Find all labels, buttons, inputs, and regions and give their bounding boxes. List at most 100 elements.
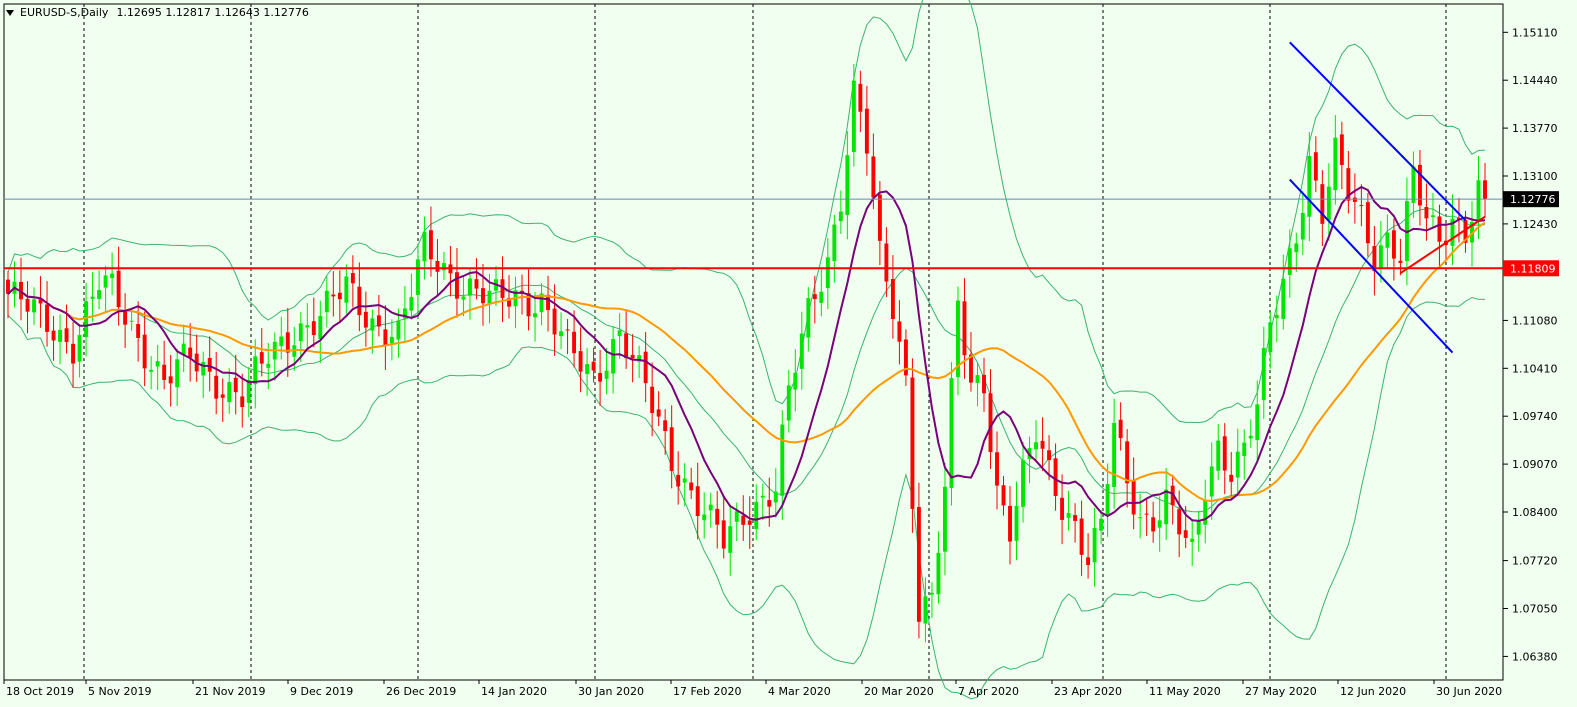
candle-body-53 — [350, 273, 355, 284]
x-tick-label-7: 17 Feb 2020 — [673, 685, 741, 698]
candle-body-153 — [1001, 485, 1006, 506]
candle-body-50 — [331, 294, 336, 297]
candle-body-213 — [1391, 230, 1396, 259]
dropdown-triangle-icon[interactable] — [6, 9, 14, 16]
candle-body-69 — [455, 272, 459, 299]
x-tick-label-3: 9 Dec 2019 — [290, 685, 353, 698]
candle-body-10 — [71, 343, 76, 364]
candle-body-73 — [481, 288, 485, 304]
candle-body-30 — [201, 362, 206, 376]
candle-body-6 — [45, 304, 49, 332]
candle-body-144 — [942, 486, 947, 552]
candle-body-98 — [643, 351, 648, 384]
candle-body-194 — [1268, 322, 1273, 353]
candle-body-196 — [1281, 278, 1286, 319]
x-tick-label-15: 30 Jun 2020 — [1436, 685, 1502, 698]
candle-body-198 — [1294, 243, 1299, 253]
candle-body-190 — [1242, 442, 1247, 456]
x-tick-label-8: 4 Mar 2020 — [768, 685, 831, 698]
candle-body-142 — [929, 592, 934, 595]
candle-body-173 — [1131, 479, 1136, 515]
candle-body-9 — [64, 328, 69, 343]
candle-body-105 — [689, 482, 694, 491]
candle-body-43 — [285, 332, 290, 353]
candle-body-193 — [1261, 347, 1266, 401]
candle-body-120 — [786, 385, 791, 421]
candle-body-117 — [767, 500, 772, 507]
candle-body-108 — [708, 504, 713, 511]
candle-body-92 — [604, 370, 609, 379]
x-tick-label-4: 26 Dec 2019 — [386, 685, 456, 698]
y-tick-label-8: 1.09740 — [1512, 410, 1558, 423]
candle-body-104 — [682, 478, 687, 483]
candle-body-154 — [1008, 505, 1012, 542]
candle-body-100 — [656, 409, 661, 417]
candle-body-63 — [415, 259, 420, 295]
candle-body-132 — [864, 108, 869, 154]
y-tick-label-7: 1.10410 — [1512, 362, 1558, 375]
candle-body-168 — [1099, 518, 1104, 531]
candle-body-23 — [155, 361, 160, 367]
candle-body-14 — [97, 290, 102, 299]
candle-body-107 — [702, 514, 707, 521]
candle-body-122 — [799, 333, 804, 369]
candle-body-17 — [116, 270, 121, 308]
y-tick-label-10: 1.08400 — [1512, 506, 1558, 519]
candle-body-170 — [1112, 422, 1117, 488]
candle-body-188 — [1229, 474, 1234, 482]
candle-body-48 — [318, 316, 323, 339]
candle-body-62 — [409, 297, 414, 311]
candle-body-38 — [253, 356, 258, 385]
chart-window[interactable]: 1.151101.144401.137701.131001.124301.117… — [0, 0, 1577, 707]
y-tick-label-6: 1.11080 — [1512, 314, 1558, 327]
x-tick-label-9: 20 Mar 2020 — [864, 685, 934, 698]
candle-body-212 — [1385, 232, 1390, 248]
candle-body-187 — [1222, 436, 1227, 471]
candle-body-116 — [760, 495, 765, 498]
candle-body-31 — [207, 357, 212, 372]
candle-body-166 — [1086, 557, 1091, 565]
candle-body-197 — [1287, 248, 1292, 275]
candle-body-42 — [279, 336, 284, 347]
candle-body-8 — [58, 329, 63, 342]
candle-body-22 — [149, 369, 154, 372]
candle-body-186 — [1216, 440, 1221, 471]
candle-body-88 — [578, 351, 583, 372]
candle-body-211 — [1378, 245, 1383, 269]
candle-body-101 — [663, 420, 668, 432]
candle-body-16 — [110, 273, 115, 279]
candle-body-25 — [168, 376, 173, 384]
candle-body-216 — [1411, 166, 1416, 203]
x-tick-label-10: 7 Apr 2020 — [958, 685, 1019, 698]
candle-body-214 — [1398, 260, 1403, 264]
candle-body-185 — [1209, 466, 1214, 497]
candle-body-180 — [1177, 509, 1182, 535]
candle-body-86 — [565, 329, 570, 331]
candle-body-56 — [370, 318, 375, 331]
candle-body-200 — [1307, 155, 1312, 217]
x-tick-label-0: 18 Oct 2019 — [6, 685, 74, 698]
candle-body-137 — [897, 321, 902, 342]
candle-body-18 — [123, 310, 128, 325]
candle-body-220 — [1437, 216, 1442, 242]
candle-body-175 — [1144, 513, 1149, 515]
candle-body-163 — [1066, 512, 1071, 518]
candle-body-209 — [1365, 202, 1370, 244]
candle-body-125 — [819, 291, 824, 303]
candle-body-109 — [715, 508, 720, 525]
candle-body-95 — [624, 333, 629, 359]
y-tick-label-12: 1.07050 — [1512, 603, 1558, 616]
candle-body-113 — [741, 515, 746, 525]
candle-body-151 — [988, 393, 993, 453]
x-tick-label-14: 12 Jun 2020 — [1340, 685, 1406, 698]
candle-body-52 — [344, 276, 349, 303]
candle-body-203 — [1326, 186, 1331, 221]
ohlc-values: 1.12695 1.12817 1.12643 1.12776 — [116, 6, 309, 19]
price-chart[interactable]: 1.151101.144401.137701.131001.124301.117… — [0, 0, 1577, 707]
candle-body-202 — [1320, 184, 1325, 224]
candle-body-143 — [936, 552, 941, 595]
x-tick-label-11: 23 Apr 2020 — [1054, 685, 1122, 698]
candle-body-227 — [1483, 180, 1487, 200]
chart-header: EURUSD-S,Daily 1.12695 1.12817 1.12643 1… — [6, 6, 309, 19]
candle-body-191 — [1248, 435, 1253, 439]
